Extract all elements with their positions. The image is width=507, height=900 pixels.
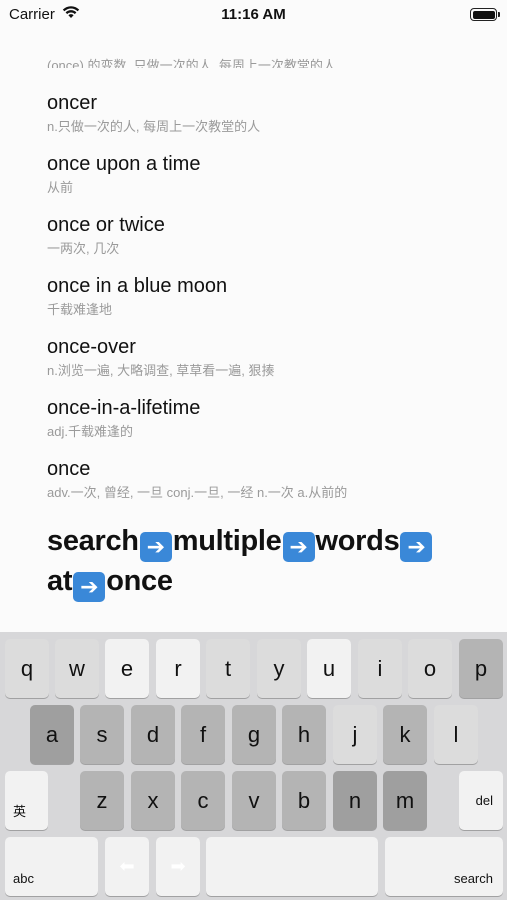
cursor-right-key[interactable]: ➡ bbox=[156, 837, 200, 896]
search-query-text[interactable]: search ➔ multiple ➔ words ➔ at ➔ once bbox=[47, 522, 497, 602]
key-o[interactable]: o bbox=[408, 639, 452, 698]
key-q[interactable]: q bbox=[5, 639, 49, 698]
entry-word: once-over bbox=[47, 336, 136, 358]
abc-key[interactable]: abc bbox=[5, 837, 98, 896]
key-m[interactable]: m bbox=[383, 771, 427, 830]
key-z[interactable]: z bbox=[80, 771, 124, 830]
entry-definition: n.只做一次的人, 每周上一次教堂的人 bbox=[47, 119, 261, 134]
status-bar: Carrier 11:16 AM bbox=[0, 0, 507, 30]
cursor-left-key[interactable]: ⬅ bbox=[105, 837, 149, 896]
key-n[interactable]: n bbox=[333, 771, 377, 830]
right-arrow-icon: ➡ bbox=[170, 856, 186, 876]
entry-definition: 一两次, 几次 bbox=[47, 241, 120, 256]
query-word: once bbox=[106, 565, 173, 597]
query-word: at bbox=[47, 565, 73, 597]
query-word: multiple bbox=[172, 525, 282, 557]
battery-icon bbox=[470, 8, 500, 21]
key-j[interactable]: j bbox=[333, 705, 377, 764]
key-s[interactable]: s bbox=[80, 705, 124, 764]
list-item[interactable]: once or twice 一两次, 几次 bbox=[47, 213, 497, 257]
key-c[interactable]: c bbox=[181, 771, 225, 830]
cut-off-definition: (once) 的变数, 只做一次的人, 每周上一次教堂的人 bbox=[47, 58, 336, 68]
query-word: search bbox=[47, 525, 139, 557]
key-d[interactable]: d bbox=[131, 705, 175, 764]
entry-definition: adj.千载难逢的 bbox=[47, 424, 133, 439]
left-arrow-icon: ⬅ bbox=[119, 856, 135, 876]
entry-word: once in a blue moon bbox=[47, 275, 228, 297]
key-g[interactable]: g bbox=[232, 705, 276, 764]
query-word: words bbox=[315, 525, 400, 557]
right-arrow-icon: ➔ bbox=[139, 532, 172, 562]
key-i[interactable]: i bbox=[358, 639, 402, 698]
space-key[interactable] bbox=[206, 837, 378, 896]
right-arrow-icon: ➔ bbox=[400, 532, 433, 562]
key-x[interactable]: x bbox=[131, 771, 175, 830]
key-f[interactable]: f bbox=[181, 705, 225, 764]
list-item[interactable]: once in a blue moon 千载难逢地 bbox=[47, 274, 497, 318]
right-arrow-icon: ➔ bbox=[73, 572, 106, 602]
key-t[interactable]: t bbox=[206, 639, 250, 698]
key-v[interactable]: v bbox=[232, 771, 276, 830]
list-item[interactable]: once-in-a-lifetime adj.千载难逢的 bbox=[47, 396, 497, 440]
right-arrow-icon: ➔ bbox=[282, 532, 315, 562]
entry-definition: 千载难逢地 bbox=[47, 302, 113, 317]
chinese-input-key[interactable]: 英 bbox=[5, 771, 48, 830]
list-item[interactable]: once-over n.浏览一遍, 大略调查, 草草看一遍, 狠揍 bbox=[47, 335, 497, 379]
entry-definition: n.浏览一遍, 大略调查, 草草看一遍, 狠揍 bbox=[47, 363, 275, 378]
key-p[interactable]: p bbox=[459, 639, 503, 698]
entry-word: once upon a time bbox=[47, 153, 201, 175]
key-e[interactable]: e bbox=[105, 639, 149, 698]
search-key[interactable]: search bbox=[385, 837, 503, 896]
key-w[interactable]: w bbox=[55, 639, 99, 698]
entry-word: oncer bbox=[47, 92, 98, 114]
list-item[interactable]: oncer n.只做一次的人, 每周上一次教堂的人 bbox=[47, 91, 497, 135]
list-item[interactable]: once adv.一次, 曾经, 一旦 conj.一旦, 一经 n.一次 a.从… bbox=[47, 457, 497, 501]
key-b[interactable]: b bbox=[282, 771, 326, 830]
results-list[interactable]: (once) 的变数, 只做一次的人, 每周上一次教堂的人 oncer n.只做… bbox=[47, 58, 497, 508]
key-y[interactable]: y bbox=[257, 639, 301, 698]
list-item[interactable]: once upon a time 从前 bbox=[47, 152, 497, 196]
key-l[interactable]: l bbox=[434, 705, 478, 764]
delete-key[interactable]: del bbox=[459, 771, 503, 830]
keyboard: q w e r t y u i o p a s d f g h j k l 英 … bbox=[0, 632, 507, 900]
entry-word: once-in-a-lifetime bbox=[47, 397, 201, 419]
key-u[interactable]: u bbox=[307, 639, 351, 698]
key-a[interactable]: a bbox=[30, 705, 74, 764]
key-h[interactable]: h bbox=[282, 705, 326, 764]
clock: 11:16 AM bbox=[221, 6, 286, 23]
entry-word: once bbox=[47, 458, 91, 480]
entry-definition: 从前 bbox=[47, 180, 74, 195]
entry-word: once or twice bbox=[47, 214, 165, 236]
key-k[interactable]: k bbox=[383, 705, 427, 764]
key-r[interactable]: r bbox=[156, 639, 200, 698]
entry-definition: adv.一次, 曾经, 一旦 conj.一旦, 一经 n.一次 a.从前的 bbox=[47, 485, 348, 500]
